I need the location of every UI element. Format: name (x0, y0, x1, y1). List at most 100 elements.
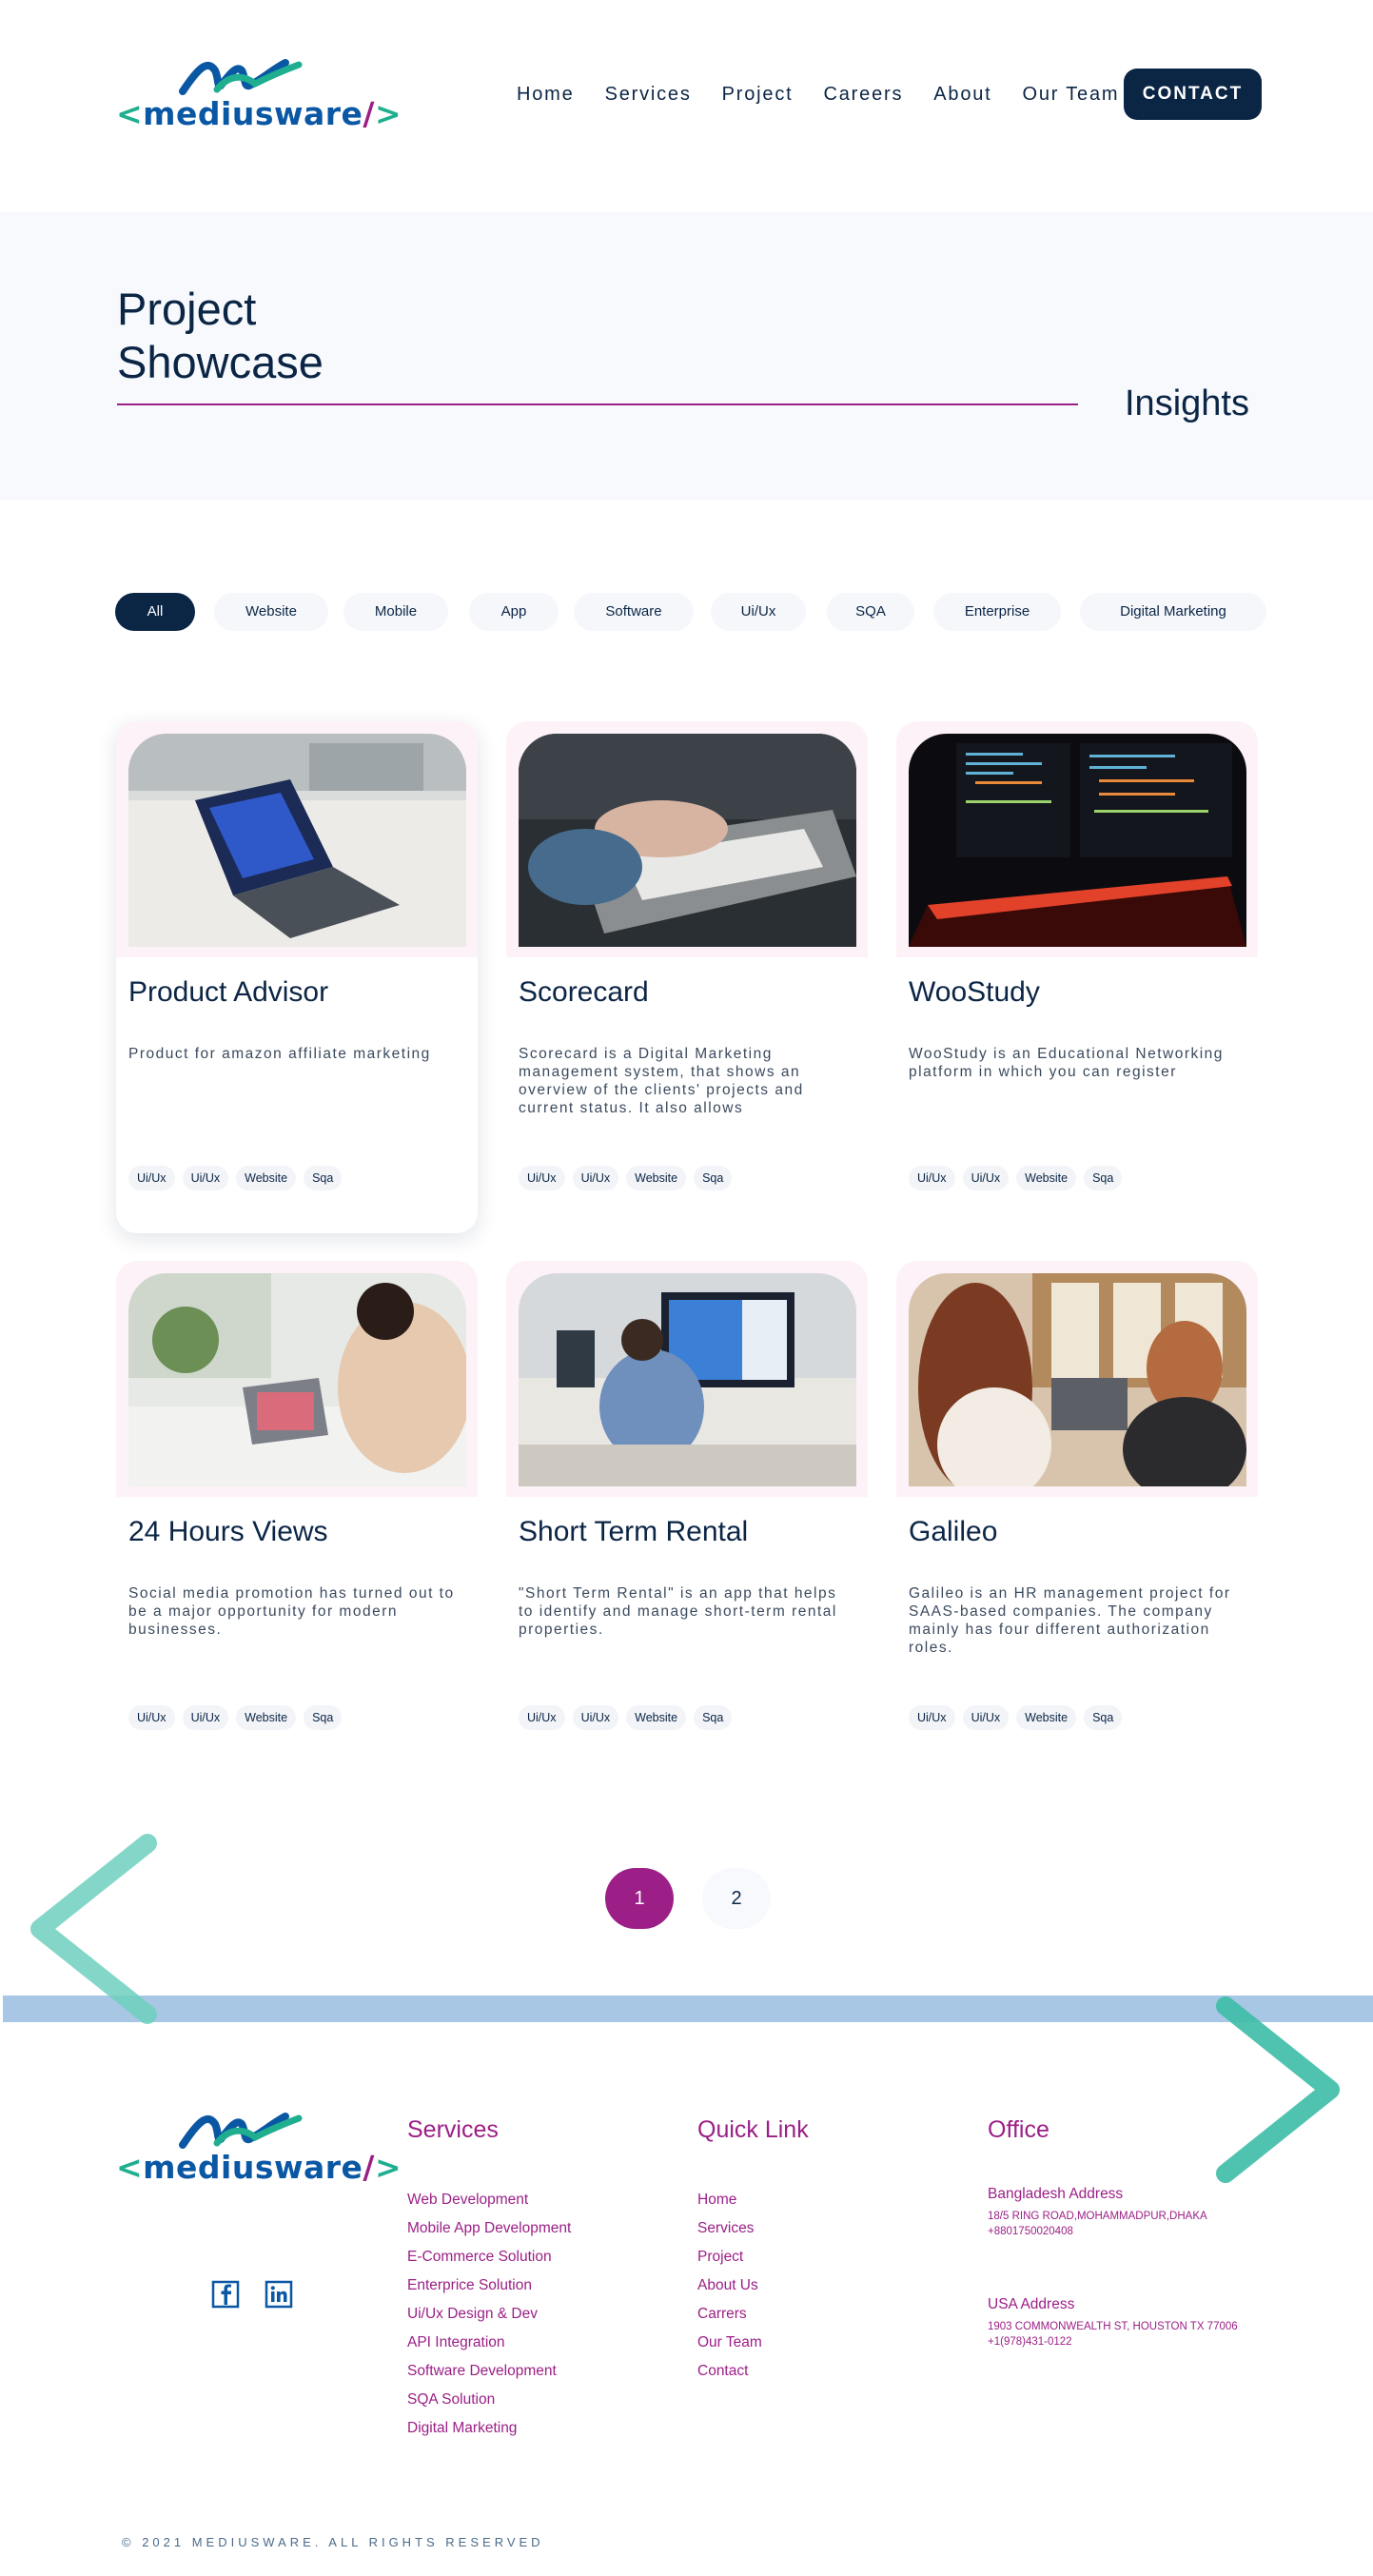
logo-wordmark: <mediusware/> (116, 95, 402, 132)
footer-services-heading: Services (407, 2116, 499, 2143)
filter-digital-marketing[interactable]: Digital Marketing (1080, 593, 1266, 631)
footer-link[interactable]: Our Team (697, 2329, 809, 2357)
tag: Website (1016, 1705, 1077, 1730)
footer-link[interactable]: Web Development (407, 2186, 571, 2214)
tag: Ui/Ux (909, 1166, 955, 1190)
two-women-laptop-photo (909, 1273, 1246, 1486)
tag: Sqa (304, 1166, 343, 1190)
card-image-frame (116, 721, 478, 957)
tag: Website (236, 1166, 297, 1190)
footer-link[interactable]: Software Development (407, 2357, 571, 2386)
project-card-24-hours-views[interactable]: 24 Hours Views Social media promotion ha… (116, 1261, 478, 1773)
tag: Ui/Ux (572, 1705, 619, 1730)
card-description: Product for amazon affiliate marketing (128, 1046, 431, 1062)
tag: Ui/Ux (909, 1705, 955, 1730)
page-1-button[interactable]: 1 (605, 1868, 674, 1929)
filter-mobile[interactable]: Mobile (343, 593, 448, 631)
contact-button[interactable]: CONTACT (1124, 69, 1262, 120)
nav-project[interactable]: Project (722, 80, 794, 108)
footer-link[interactable]: Project (697, 2243, 809, 2271)
card-tags: Ui/Ux Ui/Ux Website Sqa (519, 1705, 733, 1730)
project-card-product-advisor[interactable]: Product Advisor Product for amazon affil… (116, 721, 478, 1233)
footer-link[interactable]: API Integration (407, 2329, 571, 2357)
tag: Website (626, 1705, 687, 1730)
tag: Sqa (694, 1166, 733, 1190)
hero-section: Project Showcase Insights (0, 212, 1373, 500)
tag: Sqa (694, 1705, 733, 1730)
bangladesh-phone: +8801750020408 (988, 2226, 1073, 2237)
card-description: Galileo is an HR management project for … (909, 1585, 1231, 1656)
site-header: <mediusware/> Home Services Project Care… (0, 0, 1373, 190)
card-description: WooStudy is an Educational Networking pl… (909, 1046, 1224, 1080)
laptop-photo (128, 734, 466, 947)
linkedin-icon[interactable] (265, 2280, 293, 2309)
card-image-frame (896, 721, 1258, 957)
card-image-frame (506, 1261, 868, 1497)
filter-software[interactable]: Software (574, 593, 694, 631)
card-title: Short Term Rental (519, 1516, 749, 1547)
card-title: Scorecard (519, 976, 649, 1008)
filter-website[interactable]: Website (214, 593, 328, 631)
card-description: Scorecard is a Digital Marketing managem… (519, 1046, 804, 1116)
footer-link[interactable]: Digital Marketing (407, 2414, 571, 2443)
bangladesh-address-line: 18/5 RING ROAD,MOHAMMADPUR,DHAKA (988, 2211, 1207, 2222)
footer-link[interactable]: Services (697, 2214, 809, 2243)
footer-link[interactable]: E-Commerce Solution (407, 2243, 571, 2271)
page-title-line2: Showcase (117, 337, 324, 387)
tag: Ui/Ux (128, 1705, 175, 1730)
card-title: Product Advisor (128, 976, 329, 1008)
woman-laptop-photo (128, 1273, 466, 1486)
card-tags: Ui/Ux Ui/Ux Website Sqa (128, 1705, 343, 1730)
nav-our-team[interactable]: Our Team (1023, 80, 1120, 108)
nav-services[interactable]: Services (605, 80, 692, 108)
footer-services: Services Web Development Mobile App Deve… (407, 2116, 571, 2443)
filter-app[interactable]: App (469, 593, 559, 631)
nav-careers[interactable]: Careers (824, 80, 904, 108)
project-card-scorecard[interactable]: Scorecard Scorecard is a Digital Marketi… (506, 721, 868, 1233)
usa-phone: +1(978)431-0122 (988, 2336, 1072, 2348)
footer-link[interactable]: Carrers (697, 2300, 809, 2329)
footer-link[interactable]: Mobile App Development (407, 2214, 571, 2243)
usa-address-line: 1903 COMMONWEALTH ST, HOUSTON TX 77006 (988, 2321, 1238, 2332)
page-title: Project Showcase (117, 283, 324, 389)
card-title: WooStudy (909, 976, 1040, 1008)
filter-sqa[interactable]: SQA (827, 593, 914, 631)
tag: Ui/Ux (182, 1705, 229, 1730)
project-card-galileo[interactable]: Galileo Galileo is an HR management proj… (896, 1261, 1258, 1773)
tag: Ui/Ux (962, 1705, 1010, 1730)
footer-logo[interactable]: <mediusware/> (116, 2113, 402, 2189)
copyright-text: © 2021 MEDIUSWARE. ALL RIGHTS RESERVED (122, 2535, 544, 2549)
tag: Sqa (304, 1705, 343, 1730)
usa-address-heading: USA Address (988, 2296, 1075, 2312)
page-2-button[interactable]: 2 (702, 1868, 771, 1929)
footer-link[interactable]: SQA Solution (407, 2386, 571, 2414)
nav-home[interactable]: Home (517, 80, 575, 108)
bangladesh-address-heading: Bangladesh Address (988, 2186, 1124, 2202)
insights-link[interactable]: Insights (1125, 383, 1249, 424)
facebook-icon[interactable] (211, 2280, 240, 2309)
footer-link[interactable]: Ui/Ux Design & Dev (407, 2300, 571, 2329)
tag: Ui/Ux (128, 1166, 175, 1190)
tag: Ui/Ux (182, 1166, 229, 1190)
code-screen-photo (909, 734, 1246, 947)
footer-link[interactable]: Enterprice Solution (407, 2271, 571, 2300)
tag: Ui/Ux (519, 1705, 565, 1730)
tag: Ui/Ux (572, 1166, 619, 1190)
footer-link[interactable]: Contact (697, 2357, 809, 2386)
man-desk-photo (519, 1273, 856, 1486)
card-tags: Ui/Ux Ui/Ux Website Sqa (128, 1166, 343, 1190)
footer-link[interactable]: Home (697, 2186, 809, 2214)
brand-logo[interactable]: <mediusware/> (116, 59, 402, 135)
card-image-frame (116, 1261, 478, 1497)
nav-about[interactable]: About (933, 80, 991, 108)
footer-link[interactable]: About Us (697, 2271, 809, 2300)
footer-office-heading: Office (988, 2116, 1049, 2143)
project-card-short-term-rental[interactable]: Short Term Rental "Short Term Rental" is… (506, 1261, 868, 1773)
card-tags: Ui/Ux Ui/Ux Website Sqa (909, 1166, 1123, 1190)
tag: Sqa (1084, 1705, 1123, 1730)
filter-enterprise[interactable]: Enterprise (933, 593, 1061, 631)
filter-uiux[interactable]: Ui/Ux (711, 593, 806, 631)
filter-all[interactable]: All (115, 593, 195, 631)
tag: Website (1016, 1166, 1077, 1190)
project-card-woostudy[interactable]: WooStudy WooStudy is an Educational Netw… (896, 721, 1258, 1233)
